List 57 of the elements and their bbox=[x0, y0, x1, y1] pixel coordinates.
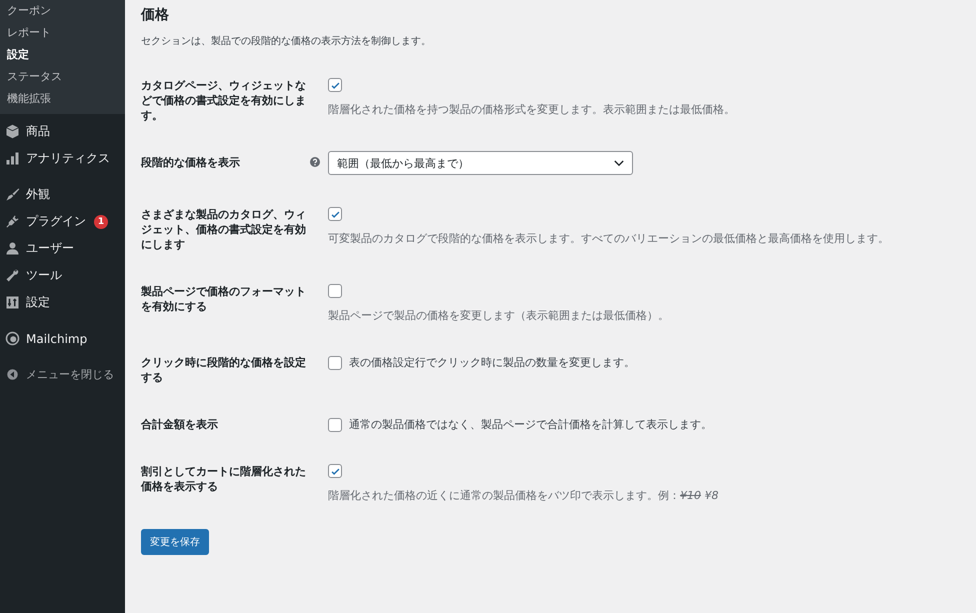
menu-label: ツール bbox=[26, 267, 62, 284]
menu-item[interactable]: 商品 bbox=[0, 118, 125, 145]
menu-label: 外観 bbox=[26, 186, 50, 203]
box-icon bbox=[5, 124, 20, 139]
menu-label: メニューを閉じる bbox=[26, 367, 114, 382]
submenu-item[interactable]: クーポン bbox=[0, 0, 125, 22]
menu-label: 商品 bbox=[26, 123, 50, 140]
setting-label: 製品ページで価格のフォーマットを有効にする bbox=[141, 284, 306, 314]
user-icon bbox=[5, 241, 20, 256]
menu-label: プラグイン bbox=[26, 213, 86, 230]
setting-description: 表の価格設定行でクリック時に製品の数量を変更します。 bbox=[349, 355, 635, 370]
submenu-item[interactable]: レポート bbox=[0, 22, 125, 44]
submenu-item[interactable]: 機能拡張 bbox=[0, 88, 125, 110]
save-button[interactable]: 変更を保存 bbox=[141, 529, 209, 555]
checkbox[interactable] bbox=[328, 356, 342, 370]
submenu-item[interactable]: 設定 bbox=[0, 44, 125, 66]
checkbox[interactable] bbox=[328, 464, 342, 478]
menu-item[interactable]: ユーザー bbox=[0, 235, 125, 262]
submenu-item[interactable]: ステータス bbox=[0, 66, 125, 88]
menu-item[interactable]: 外観 bbox=[0, 181, 125, 208]
setting-label: 割引としてカートに階層化された価格を表示する bbox=[141, 464, 306, 494]
setting-label: 合計金額を表示 bbox=[141, 417, 219, 432]
collapse-icon bbox=[5, 367, 20, 382]
menu-item[interactable]: 設定 bbox=[0, 289, 125, 316]
menu-item[interactable]: Mailchimp bbox=[0, 325, 125, 352]
setting-label: 段階的な価格を表示 bbox=[141, 155, 241, 170]
section-description: セクションは、製品での段階的な価格の表示方法を制御します。 bbox=[141, 34, 432, 48]
setting-description: 製品ページで製品の価格を変更します（表示範囲または最低価格）。 bbox=[328, 308, 669, 323]
checkbox[interactable] bbox=[328, 284, 342, 298]
chevron-icon bbox=[614, 160, 624, 166]
setting-description: 階層化された価格の近くに通常の製品価格をバツ印で表示します。例：¥10 ¥8 bbox=[328, 488, 718, 503]
brush-icon bbox=[5, 187, 20, 202]
menu-item[interactable]: メニューを閉じる bbox=[0, 361, 125, 388]
help-icon[interactable] bbox=[310, 157, 320, 167]
setting-description: 階層化された価格を持つ製品の価格形式を変更します。表示範囲または最低価格。 bbox=[328, 102, 735, 117]
menu-label: アナリティクス bbox=[26, 150, 110, 167]
plug-icon bbox=[5, 214, 20, 229]
menu-item[interactable]: ツール bbox=[0, 262, 125, 289]
select-field[interactable]: 範囲（最低から最高まで） bbox=[328, 151, 633, 175]
count-badge: 1 bbox=[94, 214, 108, 228]
wrench-icon bbox=[5, 268, 20, 283]
setting-description: 通常の製品価格ではなく、製品ページで合計価格を計算して表示します。 bbox=[349, 417, 712, 432]
menu-item[interactable]: アナリティクス bbox=[0, 145, 125, 172]
section-title: 価格 bbox=[141, 6, 170, 24]
sliders-icon bbox=[5, 295, 20, 310]
menu-label: 設定 bbox=[26, 294, 50, 311]
checkbox[interactable] bbox=[328, 78, 342, 92]
setting-label: クリック時に段階的な価格を設定する bbox=[141, 355, 306, 385]
setting-description: 可変製品のカタログで段階的な価格を表示します。すべてのバリエーションの最低価格と最高価格を使用します。 bbox=[328, 231, 889, 246]
bar-chart-icon bbox=[5, 151, 20, 166]
menu-label: ユーザー bbox=[26, 240, 74, 257]
checkbox[interactable] bbox=[328, 418, 342, 432]
setting-label: さまざまな製品のカタログ、ウィジェット、価格の書式設定を有効にします bbox=[141, 207, 306, 252]
setting-label: カタログページ、ウィジェットなどで価格の書式設定を有効にします。 bbox=[141, 78, 306, 123]
menu-label: Mailchimp bbox=[26, 332, 88, 346]
checkbox[interactable] bbox=[328, 207, 342, 221]
menu-item[interactable]: プラグイン 1 bbox=[0, 208, 125, 235]
